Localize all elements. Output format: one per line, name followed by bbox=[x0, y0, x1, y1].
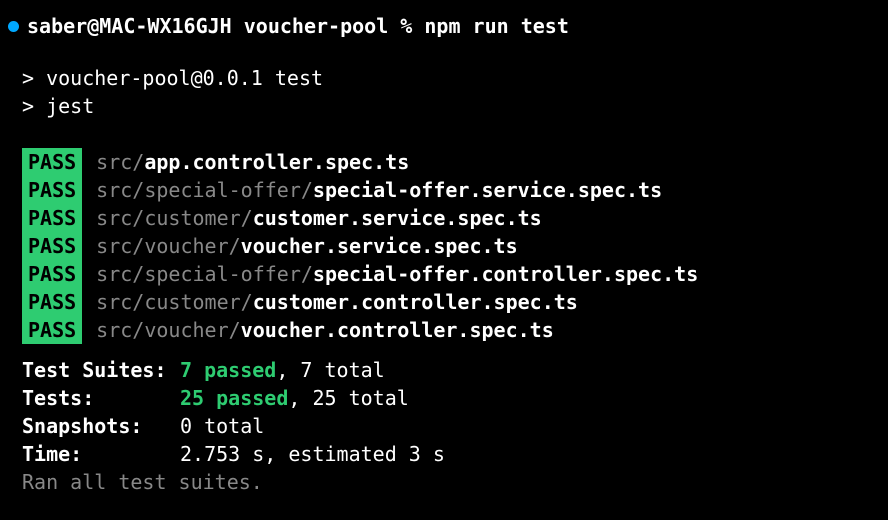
pass-badge: PASS bbox=[22, 204, 82, 232]
file-path: src/special-offer/ bbox=[96, 260, 313, 288]
summary-value: 2.753 s, estimated 3 s bbox=[180, 440, 445, 468]
test-result-line: PASS src/customer/customer.service.spec.… bbox=[22, 204, 880, 232]
npm-output-line-2: > jest bbox=[22, 92, 880, 120]
file-path: src/voucher/ bbox=[96, 232, 241, 260]
test-result-line: PASS src/special-offer/special-offer.con… bbox=[22, 260, 880, 288]
ran-all-line: Ran all test suites. bbox=[22, 468, 880, 496]
file-path: src/special-offer/ bbox=[96, 176, 313, 204]
file-name: customer.service.spec.ts bbox=[253, 204, 542, 232]
summary-time: Time: 2.753 s, estimated 3 s bbox=[22, 440, 880, 468]
summary-total: , 7 total bbox=[276, 356, 384, 384]
file-path: src/customer/ bbox=[96, 204, 253, 232]
pass-badge: PASS bbox=[22, 232, 82, 260]
summary-snapshots: Snapshots: 0 total bbox=[22, 412, 880, 440]
prompt-symbol: % bbox=[400, 14, 412, 38]
file-path: src/voucher/ bbox=[96, 316, 241, 344]
npm-output-line-1: > voucher-pool@0.0.1 test bbox=[22, 64, 880, 92]
summary-tests: Tests: 25 passed , 25 total bbox=[22, 384, 880, 412]
file-path: src/ bbox=[96, 148, 144, 176]
test-result-line: PASS src/customer/customer.controller.sp… bbox=[22, 288, 880, 316]
prompt-line: saber@MAC-WX16GJH voucher-pool % npm run… bbox=[8, 12, 880, 40]
file-name: special-offer.controller.spec.ts bbox=[313, 260, 698, 288]
test-result-line: PASS src/voucher/voucher.controller.spec… bbox=[22, 316, 880, 344]
summary-label: Snapshots: bbox=[22, 412, 180, 440]
summary-suites: Test Suites: 7 passed , 7 total bbox=[22, 356, 880, 384]
summary-label: Test Suites: bbox=[22, 356, 180, 384]
user-host: saber@MAC-WX16GJH bbox=[27, 14, 232, 38]
file-name: voucher.controller.spec.ts bbox=[241, 316, 554, 344]
summary-label: Tests: bbox=[22, 384, 180, 412]
summary-label: Time: bbox=[22, 440, 180, 468]
file-name: app.controller.spec.ts bbox=[144, 148, 409, 176]
summary-passed: 7 passed bbox=[180, 356, 276, 384]
typed-command[interactable]: npm run test bbox=[424, 14, 569, 38]
pass-badge: PASS bbox=[22, 288, 82, 316]
file-name: customer.controller.spec.ts bbox=[253, 288, 578, 316]
file-name: special-offer.service.spec.ts bbox=[313, 176, 662, 204]
file-name: voucher.service.spec.ts bbox=[241, 232, 518, 260]
prompt-text: saber@MAC-WX16GJH voucher-pool % npm run… bbox=[27, 12, 569, 40]
summary-value: 0 total bbox=[180, 412, 264, 440]
status-dot-icon bbox=[8, 21, 19, 32]
pass-badge: PASS bbox=[22, 176, 82, 204]
test-result-line: PASS src/special-offer/special-offer.ser… bbox=[22, 176, 880, 204]
file-path: src/customer/ bbox=[96, 288, 253, 316]
summary-passed: 25 passed bbox=[180, 384, 288, 412]
current-dir: voucher-pool bbox=[244, 14, 389, 38]
pass-badge: PASS bbox=[22, 148, 82, 176]
test-result-line: PASS src/app.controller.spec.ts bbox=[22, 148, 880, 176]
pass-badge: PASS bbox=[22, 316, 82, 344]
summary-total: , 25 total bbox=[288, 384, 408, 412]
test-result-line: PASS src/voucher/voucher.service.spec.ts bbox=[22, 232, 880, 260]
pass-badge: PASS bbox=[22, 260, 82, 288]
